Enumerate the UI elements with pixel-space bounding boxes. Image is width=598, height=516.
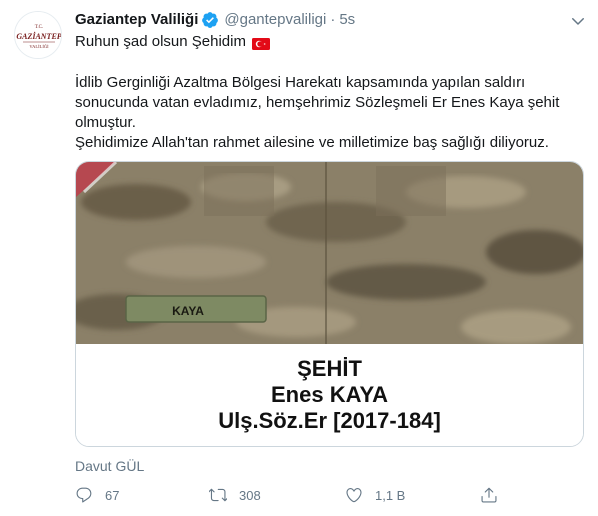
reply-icon: [76, 487, 92, 503]
tweet-first-line: Ruhun şad olsun Şehidim: [75, 32, 270, 52]
media-caption: ŞEHİT Enes KAYA Ulş.Söz.Er [2017-184]: [76, 344, 583, 446]
display-name[interactable]: Gaziantep Valiliği: [75, 10, 198, 30]
photo-attribution[interactable]: Davut GÜL: [75, 457, 144, 475]
first-line-text: Ruhun şad olsun Şehidim: [75, 33, 246, 50]
tweet-body: İdlib Gerginliği Azaltma Bölgesi Harekat…: [75, 73, 580, 153]
tweet-actions: 67 308 1,1 B: [75, 484, 515, 506]
tweet-media-image[interactable]: KAYA ŞEHİT Enes KAYA Ulş.Söz.Er [2017-18…: [75, 161, 584, 447]
retweet-button[interactable]: 308: [209, 484, 261, 506]
handle[interactable]: @gantepvaliligi: [224, 10, 326, 30]
body-line: sonucunda vatan evladımız, hemşehrimiz S…: [75, 94, 560, 111]
caption-line-name: Enes KAYA: [271, 382, 388, 407]
soldier-uniform-photo: KAYA: [76, 162, 583, 346]
tweet-header: Gaziantep Valiliği @gantepvaliligi · 5s: [75, 10, 355, 30]
chevron-down-icon[interactable]: [569, 12, 587, 30]
reply-button[interactable]: 67: [75, 484, 119, 506]
caption-line-rank: Ulş.Söz.Er [2017-184]: [218, 408, 441, 433]
caption-line-title: ŞEHİT: [297, 356, 362, 381]
like-count: 1,1 B: [375, 487, 406, 503]
retweet-count: 308: [239, 487, 261, 503]
turkey-flag-icon: [251, 36, 270, 50]
tweet[interactable]: T.C. GAZİANTEP VALİLİĞİ Gaziantep Valili…: [0, 0, 598, 516]
retweet-icon: [209, 488, 227, 502]
avatar-logo: T.C. GAZİANTEP VALİLİĞİ: [15, 12, 61, 58]
share-icon: [481, 487, 497, 503]
name-tape-text: KAYA: [172, 304, 204, 318]
avatar-top-text: T.C.: [35, 25, 44, 30]
avatar[interactable]: T.C. GAZİANTEP VALİLİĞİ: [14, 11, 62, 59]
body-line: Şehidimize Allah'tan rahmet ailesine ve …: [75, 134, 549, 151]
heart-icon: [346, 488, 362, 503]
timestamp[interactable]: 5s: [339, 10, 355, 30]
separator-dot: ·: [330, 11, 336, 28]
verified-badge-icon: [201, 11, 219, 29]
body-line: olmuştur.: [75, 114, 136, 131]
avatar-main-text: GAZİANTEP: [16, 31, 61, 41]
share-button[interactable]: [480, 484, 498, 506]
reply-count: 67: [105, 487, 120, 503]
avatar-bottom-text: VALİLİĞİ: [29, 44, 49, 49]
body-line: İdlib Gerginliği Azaltma Bölgesi Harekat…: [75, 74, 526, 91]
like-button[interactable]: 1,1 B: [345, 484, 405, 506]
name-tape: KAYA: [125, 295, 267, 323]
